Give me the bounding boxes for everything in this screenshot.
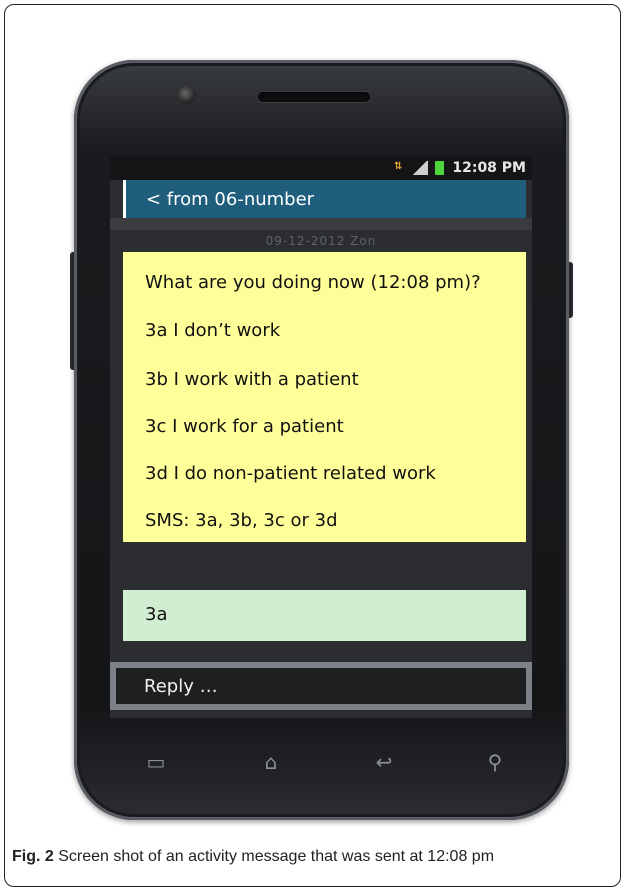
figure-label: Fig. 2	[12, 848, 54, 865]
back-to-sender-link[interactable]: < from 06-number	[146, 189, 314, 210]
menu-icon[interactable]: ▭	[141, 750, 171, 774]
message-option-3b: 3b I work with a patient	[145, 369, 359, 390]
data-icon: ⇅	[394, 161, 403, 172]
status-bar: ⇅ 12:08 PM	[110, 156, 532, 180]
home-icon[interactable]: ⌂	[256, 750, 286, 774]
signal-icon	[412, 161, 428, 175]
battery-icon	[435, 161, 444, 175]
phone-screen: ⇅ 12:08 PM < from 06-number 09-12-2012 Z…	[110, 156, 532, 718]
camera-icon	[178, 86, 196, 104]
message-option-3d: 3d I do non-patient related work	[145, 463, 436, 484]
hardware-nav-keys: ▭ ⌂ ↩ ⚲	[110, 744, 532, 784]
outgoing-message-text: 3a	[145, 604, 168, 625]
header-divider	[110, 218, 532, 230]
message-question: What are you doing now (12:08 pm)?	[145, 272, 481, 293]
reply-composer: Reply …	[110, 662, 532, 710]
message-option-3a: 3a I don’t work	[145, 320, 281, 341]
message-instructions: SMS: 3a, 3b, 3c or 3d	[145, 510, 338, 531]
message-option-3c: 3c I work for a patient	[145, 416, 344, 437]
incoming-message-bubble: What are you doing now (12:08 pm)? 3a I …	[123, 252, 526, 542]
speaker-grille	[258, 92, 370, 102]
search-icon[interactable]: ⚲	[480, 750, 510, 774]
reply-input[interactable]: Reply …	[116, 668, 526, 704]
reply-placeholder: Reply …	[144, 676, 218, 697]
back-icon[interactable]: ↩	[369, 750, 399, 774]
outgoing-message-bubble: 3a	[123, 590, 526, 641]
conversation-header[interactable]: < from 06-number	[123, 180, 526, 218]
caption-text: Screen shot of an activity message that …	[53, 848, 495, 865]
message-date: 09-12-2012 Zon	[265, 234, 377, 248]
status-time: 12:08 PM	[452, 160, 526, 176]
figure-caption: Fig. 2 Screen shot of an activity messag…	[12, 848, 622, 866]
